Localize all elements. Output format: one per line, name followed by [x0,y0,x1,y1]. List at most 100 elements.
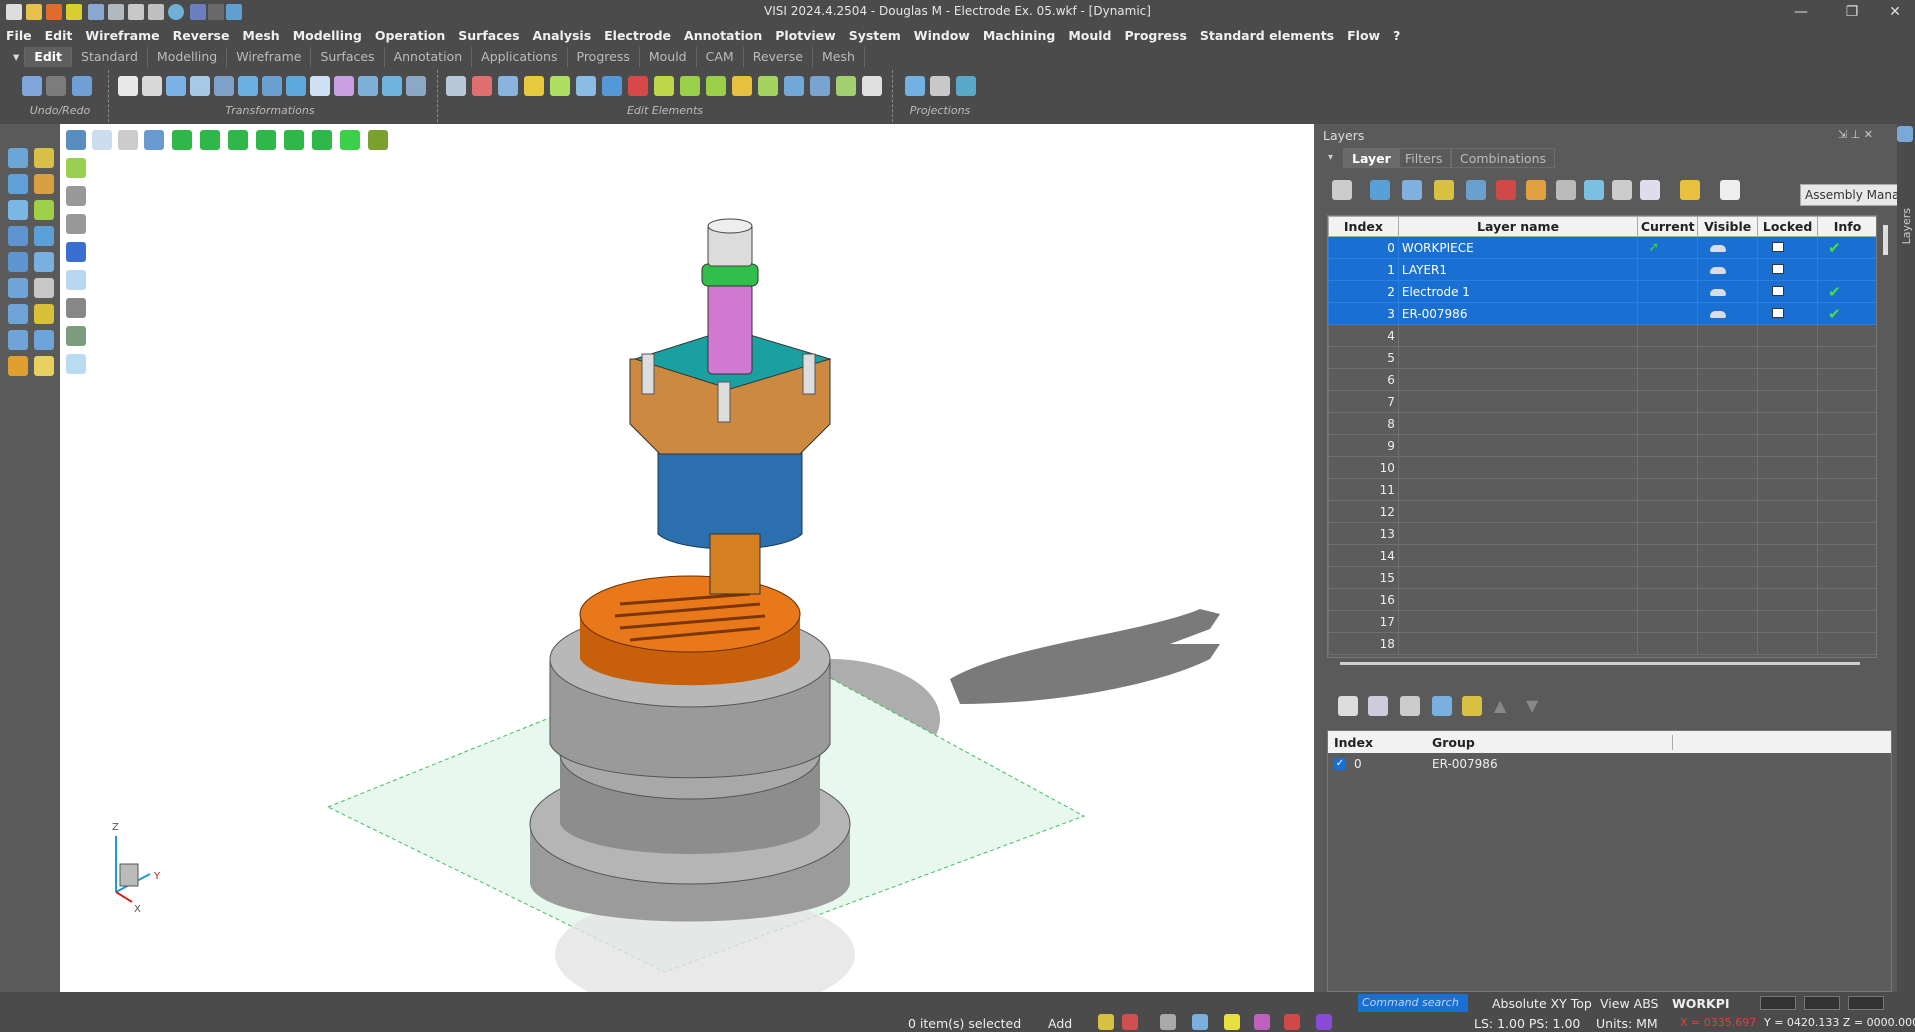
measure-icon[interactable] [8,330,28,350]
row-layer-name[interactable] [1397,588,1639,611]
layer-edit-icon[interactable] [1526,180,1546,200]
table-row[interactable]: 7 [1328,390,1876,413]
undo-icon[interactable] [22,76,42,96]
current-marker[interactable] [1637,412,1699,435]
visible-toggle[interactable] [1697,368,1759,391]
visible-toggle[interactable] [1697,302,1759,325]
select-icon[interactable] [8,148,28,168]
visible-toggle[interactable] [1697,346,1759,369]
col-current[interactable]: Current [1637,216,1699,237]
current-marker[interactable] [1637,368,1699,391]
table-row[interactable]: 1 LAYER1 [1328,258,1876,281]
menu-mesh[interactable]: Mesh [242,28,279,43]
row-layer-name[interactable] [1397,368,1639,391]
row-layer-name[interactable] [1397,412,1639,435]
current-marker[interactable] [1637,346,1699,369]
tab-wireframe[interactable]: Wireframe [227,47,312,67]
table-row[interactable]: 9 [1328,434,1876,457]
menu-machining[interactable]: Machining [983,28,1056,43]
layer-purge-icon[interactable] [1612,180,1632,200]
trim-icon[interactable] [472,76,492,96]
visible-toggle[interactable] [1697,522,1759,545]
tab-standard[interactable]: Standard [72,47,148,67]
tab-progress[interactable]: Progress [568,47,640,67]
menu-modelling[interactable]: Modelling [293,28,362,43]
project-icon[interactable] [905,76,925,96]
table-row[interactable]: 14 [1328,544,1876,567]
arc-icon[interactable] [34,174,54,194]
join-icon[interactable] [654,76,674,96]
visible-toggle[interactable] [1697,434,1759,457]
electrode-icon[interactable] [34,356,54,376]
current-marker[interactable] [1637,632,1699,655]
locked-toggle[interactable] [1757,544,1819,567]
tab-applications[interactable]: Applications [472,47,568,67]
dimension-icon[interactable] [34,304,54,324]
transform-icon[interactable] [382,76,402,96]
edit-points-icon[interactable] [732,76,752,96]
locked-toggle[interactable] [1757,324,1819,347]
selection-mode[interactable]: Add [1048,1016,1072,1031]
table-row[interactable]: 15 [1328,566,1876,589]
translate-icon[interactable] [166,76,186,96]
menu-progress[interactable]: Progress [1125,28,1187,43]
layer-save-icon[interactable] [1640,180,1660,200]
locked-toggle[interactable] [1757,390,1819,413]
fillet-icon[interactable] [602,76,622,96]
row-layer-name[interactable] [1397,544,1639,567]
col-index[interactable]: Index [1328,216,1399,237]
move-icon[interactable] [310,76,330,96]
visible-toggle[interactable] [1697,478,1759,501]
assembly-manager-icon[interactable] [1897,126,1913,142]
col-layer-name[interactable]: Layer name [1397,216,1639,237]
tab-surfaces[interactable]: Surfaces [311,47,385,67]
layer-copy-icon[interactable] [1466,180,1486,200]
current-marker[interactable] [1637,302,1699,325]
layer-select-icon[interactable] [1402,180,1422,200]
locked-toggle[interactable] [1757,500,1819,523]
col-locked[interactable]: Locked [1757,216,1819,237]
visible-toggle[interactable] [1697,412,1759,435]
rotate-icon[interactable] [238,76,258,96]
group-copy-icon[interactable] [1368,696,1388,716]
move-up-icon[interactable]: ▲ [1494,696,1506,715]
menu-mould[interactable]: Mould [1068,28,1111,43]
col-group-index[interactable]: Index [1328,735,1428,750]
zoom-icon[interactable] [168,4,184,20]
tab-edit[interactable]: Edit [25,47,73,67]
new-file-icon[interactable] [6,4,22,20]
panel-menu-icon[interactable]: ▾ [1328,152,1340,164]
locked-toggle[interactable] [1757,478,1819,501]
locked-toggle[interactable] [1757,566,1819,589]
table-row[interactable]: 3 ER-007986 ✔ [1328,302,1876,325]
chamfer-icon[interactable] [628,76,648,96]
current-marker[interactable] [1637,324,1699,347]
tab-layer[interactable]: Layer [1343,148,1400,168]
menu-electrode[interactable]: Electrode [604,28,671,43]
maximize-button[interactable]: ❐ [1832,2,1872,22]
layers-dock-label[interactable]: Layers [1900,208,1913,244]
machining-icon[interactable] [8,356,28,376]
print-preview-icon[interactable] [128,4,144,20]
locked-toggle[interactable] [1757,236,1819,259]
layer-print-icon[interactable] [1720,180,1740,200]
tab-cam[interactable]: CAM [697,47,744,67]
rectangle-icon[interactable] [8,174,28,194]
modify-icon[interactable] [706,76,726,96]
save-all-icon[interactable] [108,4,124,20]
stretch-icon[interactable] [680,76,700,96]
locked-toggle[interactable] [1757,456,1819,479]
current-marker[interactable] [1637,544,1699,567]
close-button[interactable]: ✕ [1875,2,1915,22]
table-row[interactable]: 17 [1328,610,1876,633]
table-row[interactable]: 8 [1328,412,1876,435]
view-mode-label[interactable]: Absolute XY Top [1492,996,1592,1011]
repeat-icon[interactable] [72,76,92,96]
surface-icon[interactable] [8,226,28,246]
scale-icon[interactable] [214,76,234,96]
current-marker[interactable] [1637,456,1699,479]
group-row[interactable]: ✓ 0 ER-007986 [1328,753,1891,775]
tab-combinations[interactable]: Combinations [1451,148,1555,168]
tab-filters[interactable]: Filters [1396,148,1452,168]
table-row[interactable]: 13 [1328,522,1876,545]
